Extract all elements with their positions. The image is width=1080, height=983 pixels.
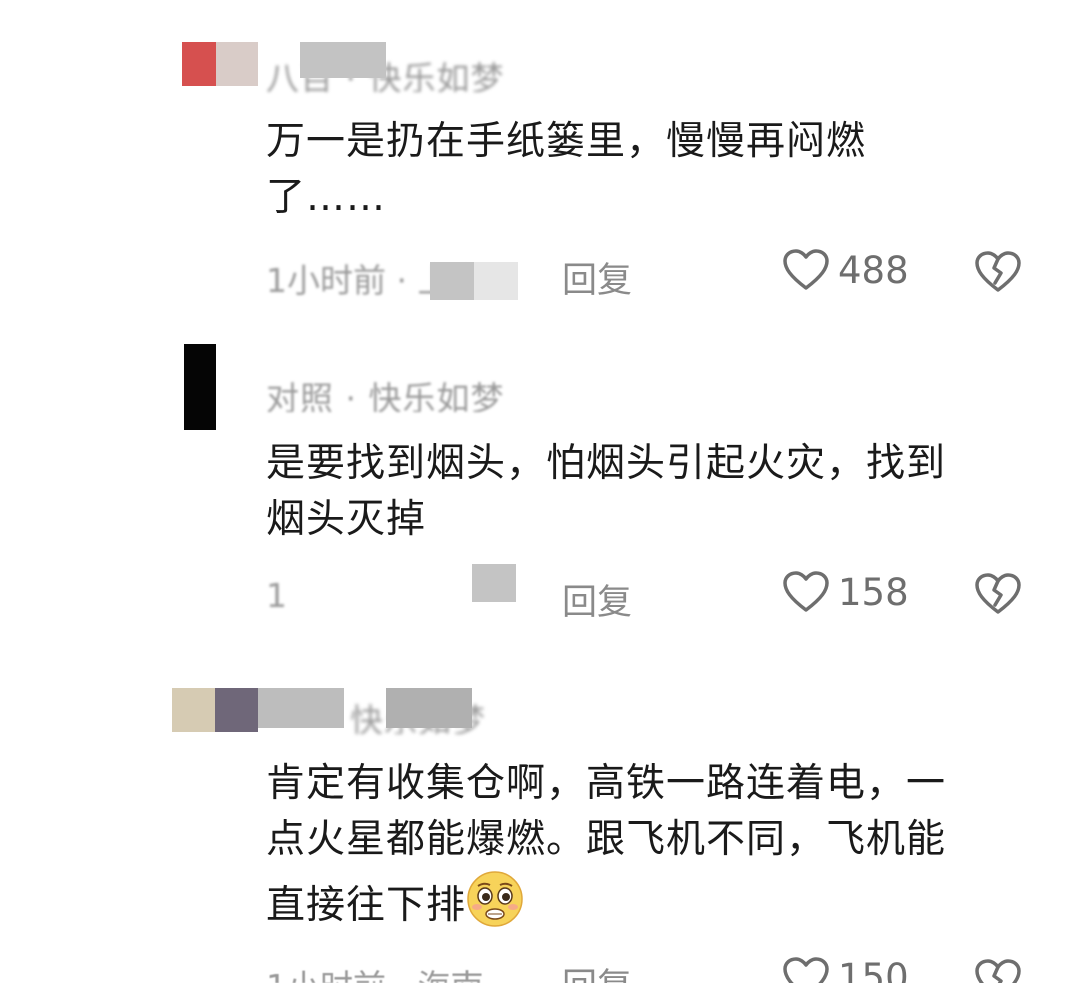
avatar[interactable] [172, 688, 258, 732]
heart-outline-icon [783, 249, 829, 290]
reply-button[interactable]: 回复 [562, 958, 632, 983]
dislike-button[interactable] [974, 958, 1022, 983]
like-count: 158 [838, 570, 909, 614]
comment-text: 肯定有收集仓啊，高铁一路连着电，一 点火星都能爆燃。跟飞机不同，飞机能 直接往下… [266, 758, 1046, 932]
dislike-button[interactable] [974, 572, 1022, 620]
meta-mosaic [474, 262, 518, 300]
name-mosaic [300, 42, 386, 78]
dislike-button[interactable] [974, 250, 1022, 298]
comment-meta: 1小时前 · 海南 [266, 960, 526, 983]
like-button[interactable]: 488 [782, 248, 909, 292]
avatar[interactable] [172, 344, 216, 430]
comment-text-line: 点火星都能爆燃。跟飞机不同，飞机能 [266, 817, 947, 862]
like-button[interactable]: 158 [782, 570, 909, 614]
broken-heart-icon [975, 251, 1021, 292]
comment-text-line: 肯定有收集仓啊，高铁一路连着电，一 [266, 761, 947, 806]
comment-text: 万一是扔在手纸篓里，慢慢再闷燃 了…… [266, 116, 1046, 224]
name-mosaic [258, 688, 344, 728]
comment-text-line: 万一是扔在手纸篓里，慢慢再闷燃 [266, 119, 867, 164]
like-count: 488 [838, 248, 909, 292]
broken-heart-icon [975, 959, 1021, 983]
heart-outline-icon [783, 571, 829, 612]
name-mosaic [386, 688, 472, 728]
reply-button[interactable]: 回复 [562, 252, 632, 303]
comment-author-name[interactable]: 对照 · 快乐如梦 [266, 372, 786, 412]
comment-text-line: 直接往下排 [266, 883, 467, 928]
meta-mosaic [472, 564, 516, 602]
comment-item: 对照 · 快乐如梦 是要找到烟头，怕烟头引起火灾，找到 烟头灭掉 1 回复 15… [0, 330, 1080, 650]
heart-outline-icon [783, 957, 829, 983]
avatar[interactable] [182, 42, 258, 86]
like-count: 150 [838, 956, 909, 983]
comment-meta: 1 [266, 576, 287, 615]
like-button[interactable]: 150 [782, 956, 909, 983]
comment-text-line: 烟头灭掉 [266, 497, 427, 542]
pleading-face-emoji-icon [467, 871, 523, 927]
comment-text-line: 了…… [266, 175, 387, 220]
reply-button[interactable]: 回复 [562, 574, 632, 625]
comment-item: 快乐如梦 肯定有收集仓啊，高铁一路连着电，一 点火星都能爆燃。跟飞机不同，飞机能… [0, 660, 1080, 983]
comment-text-line: 是要找到烟头，怕烟头引起火灾，找到 [266, 441, 947, 486]
comment-item: 八百 · 快乐如梦 万一是扔在手纸篓里，慢慢再闷燃 了…… 1小时前 · 上海 … [0, 0, 1080, 320]
comment-text: 是要找到烟头，怕烟头引起火灾，找到 烟头灭掉 [266, 438, 1046, 546]
broken-heart-icon [975, 573, 1021, 614]
comment-text-line-with-emoji: 直接往下排 [266, 870, 1046, 932]
meta-mosaic [430, 262, 474, 300]
